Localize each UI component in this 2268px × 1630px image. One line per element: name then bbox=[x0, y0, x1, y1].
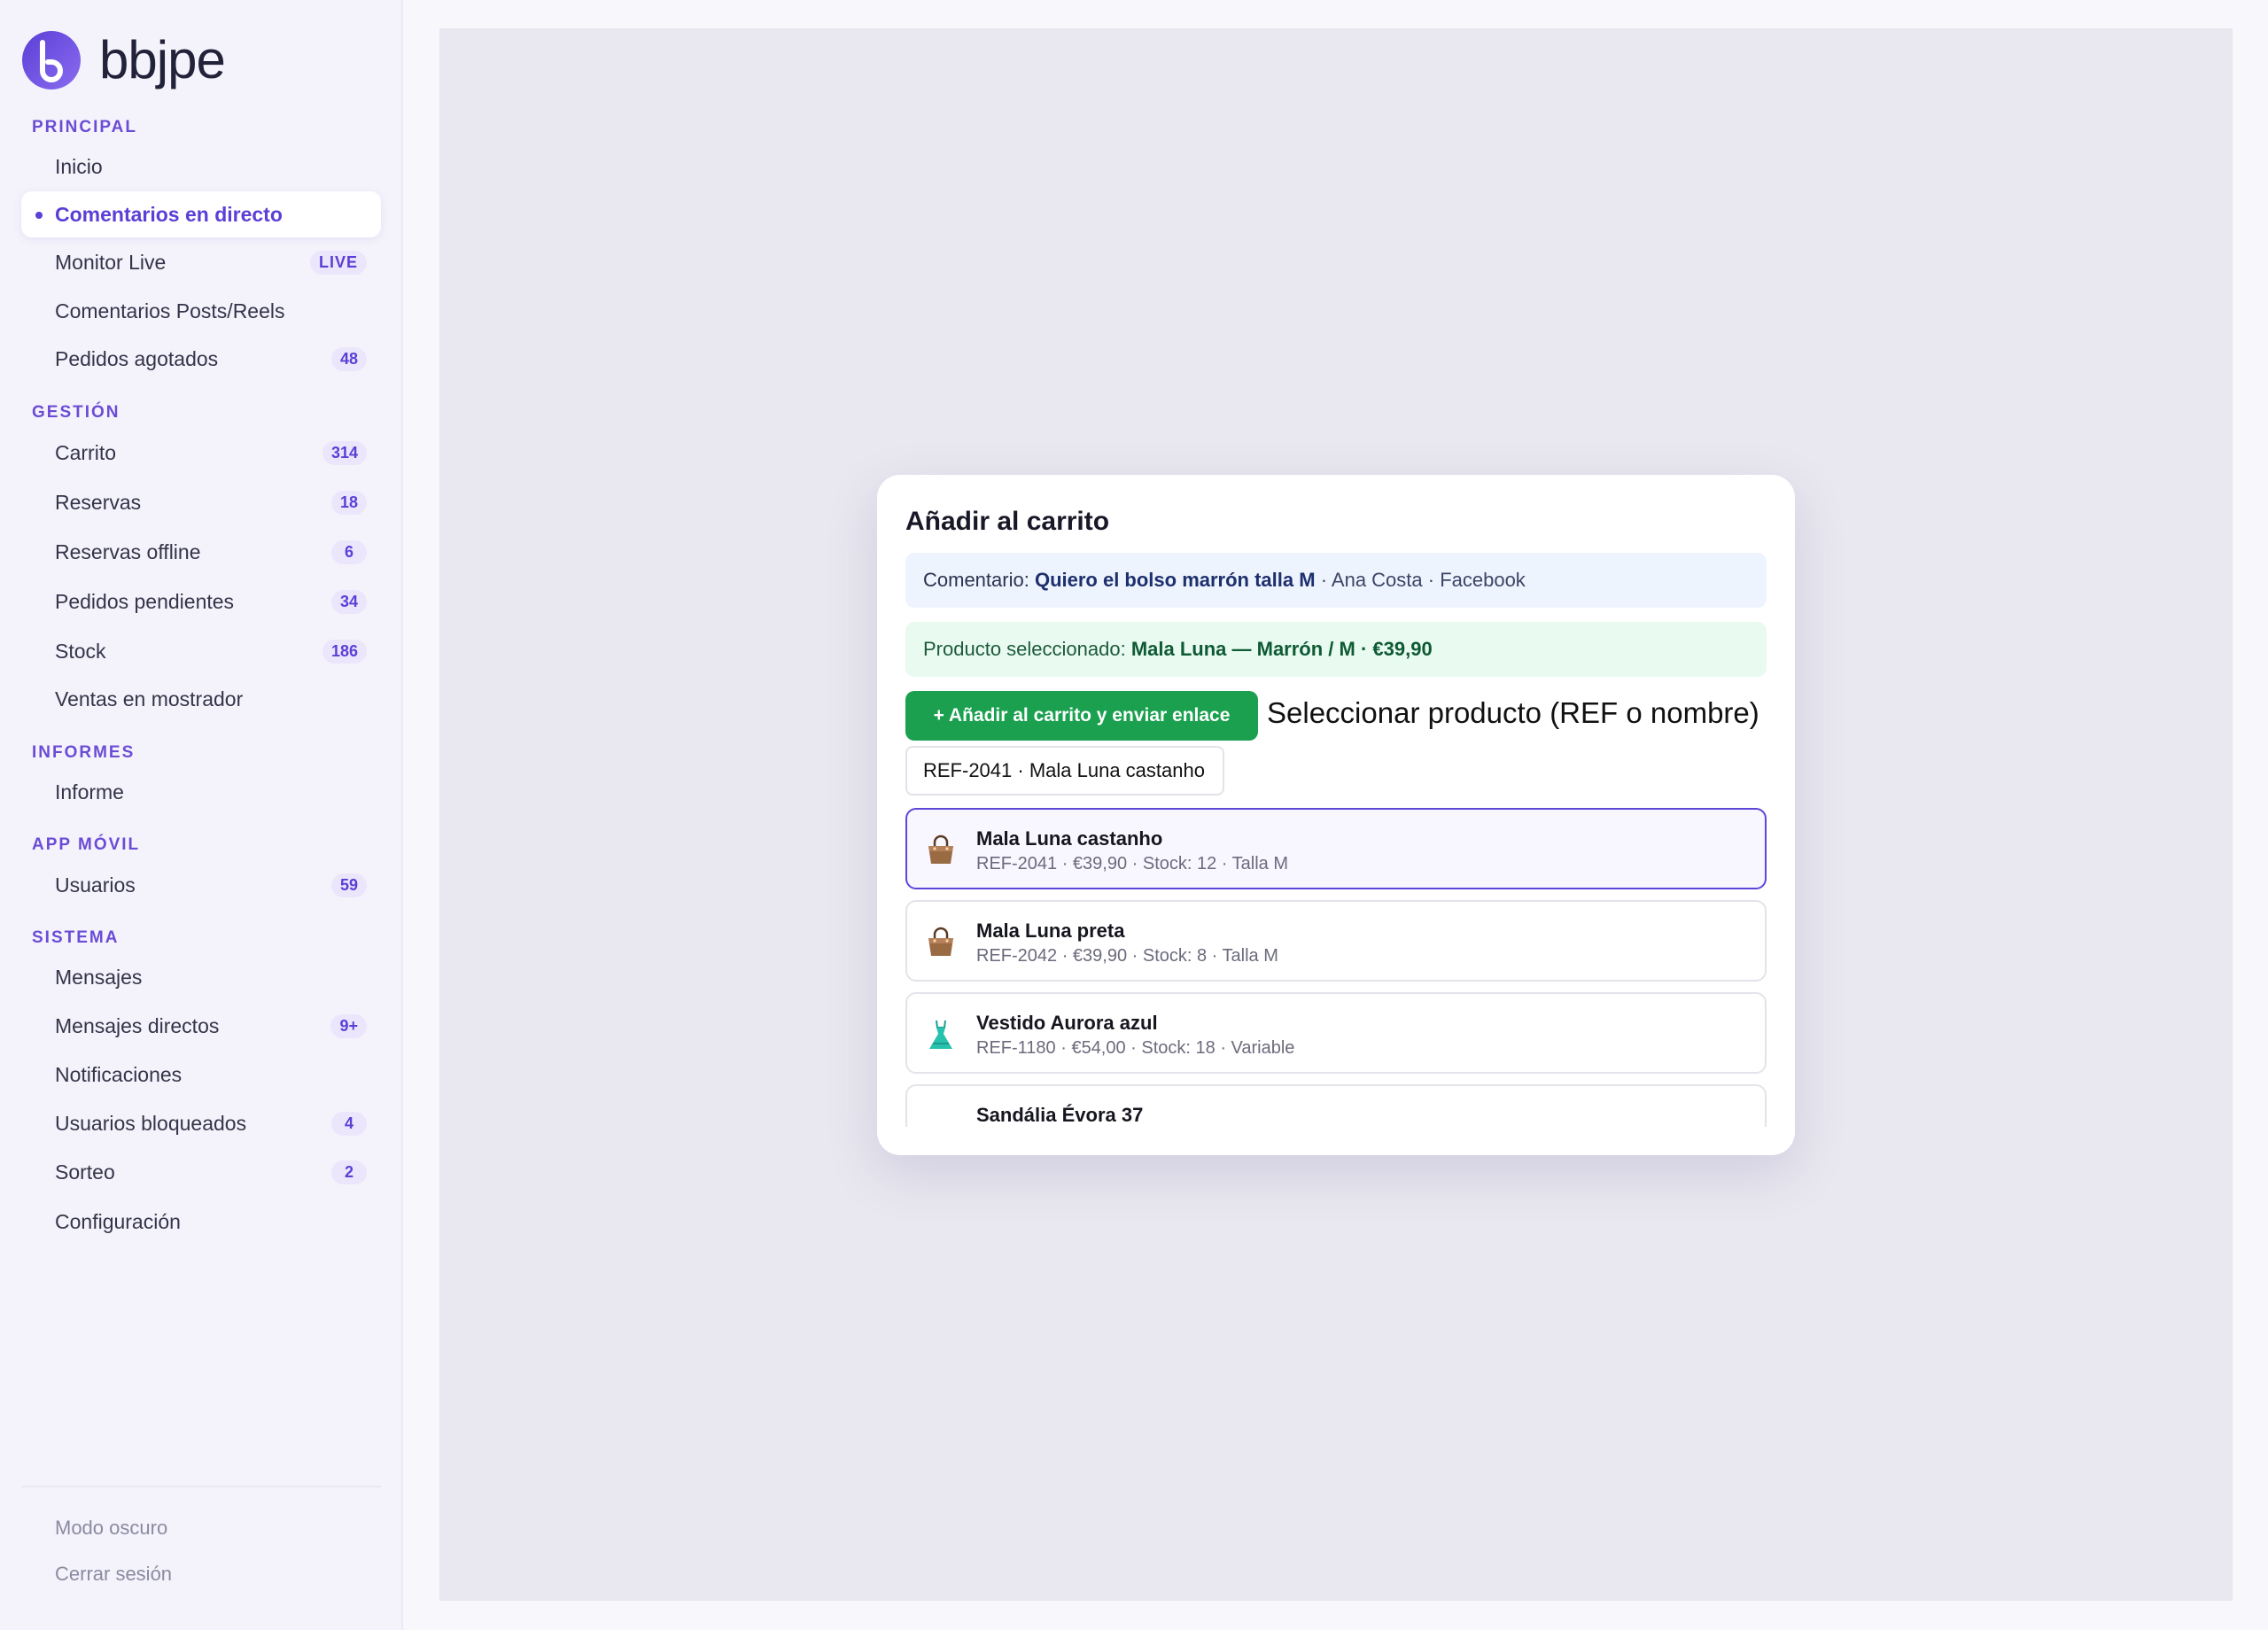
count-badge: 6 bbox=[331, 540, 367, 564]
sidebar-item-label: Comentarios Posts/Reels bbox=[55, 299, 285, 322]
sidebar-item-stock[interactable]: Stock 186 bbox=[21, 628, 381, 674]
sidebar-item-informe[interactable]: Informe bbox=[21, 769, 381, 815]
section-title-informes: INFORMES bbox=[32, 743, 136, 762]
sidebar-item-mensajes-directos[interactable]: Mensajes directos 9+ bbox=[21, 1003, 381, 1049]
select-product-label: Seleccionar producto (REF o nombre) bbox=[1267, 696, 1759, 729]
sidebar-item-label: Configuración bbox=[55, 1209, 181, 1233]
comment-meta: · Ana Costa · Facebook bbox=[1315, 569, 1526, 591]
sidebar-item-reservas[interactable]: Reservas 18 bbox=[21, 479, 381, 525]
brand-name: bbjpe bbox=[99, 30, 226, 89]
count-badge: 48 bbox=[330, 347, 367, 371]
count-badge: 34 bbox=[330, 590, 367, 614]
section-title-sistema: SISTEMA bbox=[32, 928, 120, 947]
sidebar-item-mensajes[interactable]: Mensajes bbox=[21, 954, 381, 1000]
sidebar-item-carrito[interactable]: Carrito 314 bbox=[21, 430, 381, 476]
selected-product-text: Mala Luna — Marrón / M · €39,90 bbox=[1130, 638, 1433, 660]
sidebar-item-reservas-offline[interactable]: Reservas offline 6 bbox=[21, 529, 381, 575]
product-name: Mala Luna castanho bbox=[976, 827, 1163, 850]
sidebar-item-configuracion[interactable]: Configuración bbox=[21, 1199, 381, 1245]
selected-product-box: Producto seleccionado: Mala Luna — Marró… bbox=[905, 622, 1767, 677]
comment-prefix: Comentario: bbox=[923, 569, 1035, 591]
section-title-app-movil: APP MÓVIL bbox=[32, 835, 141, 854]
handbag-icon bbox=[928, 834, 953, 864]
product-meta: REF-2042 · €39,90 · Stock: 8 · Talla M bbox=[976, 946, 1278, 966]
sidebar-item-label: Carrito bbox=[55, 440, 117, 464]
sidebar-item-pedidos-agotados[interactable]: Pedidos agotados 48 bbox=[21, 336, 381, 382]
product-name: Vestido Aurora azul bbox=[976, 1012, 1158, 1034]
product-meta: REF-2041 · €39,90 · Stock: 12 · Talla M bbox=[976, 854, 1289, 873]
section-title-principal: PRINCIPAL bbox=[32, 118, 137, 136]
selected-product-prefix: Producto seleccionado: bbox=[923, 638, 1131, 660]
product-result-item[interactable]: Mala Luna castanho REF-2041 · €39,90 · S… bbox=[905, 808, 1767, 889]
sidebar-item-label: Reservas offline bbox=[55, 539, 201, 563]
sidebar-item-ventas-en-mostrador[interactable]: Ventas en mostrador bbox=[21, 676, 381, 722]
sidebar-item-label: Pedidos pendientes bbox=[55, 589, 235, 613]
handbag-icon bbox=[928, 927, 953, 956]
product-name: Mala Luna preta bbox=[976, 920, 1125, 942]
count-badge: 4 bbox=[331, 1112, 367, 1136]
count-badge: 59 bbox=[330, 873, 367, 897]
sidebar-item-label: Stock bbox=[55, 639, 106, 663]
sidebar-item-label: Monitor Live bbox=[55, 250, 167, 274]
sidebar-item-usuarios[interactable]: Usuarios 59 bbox=[21, 862, 381, 908]
sidebar: bbjpe PRINCIPAL Inicio Comentarios en di… bbox=[0, 0, 403, 1630]
sidebar-item-monitor-live[interactable]: Monitor Live LIVE bbox=[21, 239, 381, 285]
sidebar-item-label: Mensajes bbox=[55, 965, 143, 989]
sidebar-divider bbox=[21, 1486, 381, 1487]
live-badge: LIVE bbox=[309, 251, 367, 275]
count-badge: 314 bbox=[322, 441, 367, 465]
bbjpe-logo-icon bbox=[22, 31, 81, 89]
sidebar-item-usuarios-bloqueados[interactable]: Usuarios bloqueados 4 bbox=[21, 1100, 381, 1146]
count-badge: 2 bbox=[331, 1160, 367, 1184]
sidebar-item-label: Ventas en mostrador bbox=[55, 687, 244, 710]
count-badge: 18 bbox=[330, 491, 367, 515]
dark-mode-toggle[interactable]: Modo oscuro bbox=[55, 1517, 167, 1540]
sidebar-item-comentarios-posts-reels[interactable]: Comentarios Posts/Reels bbox=[21, 288, 381, 334]
sidebar-item-notificaciones[interactable]: Notificaciones bbox=[21, 1052, 381, 1098]
sidebar-item-label: Inicio bbox=[55, 154, 103, 178]
product-search-input[interactable] bbox=[905, 746, 1224, 796]
sidebar-item-label: Sorteo bbox=[55, 1160, 115, 1184]
add-to-cart-modal: Añadir al carrito Comentario: Quiero el … bbox=[877, 475, 1795, 1155]
add-to-cart-send-link-button[interactable]: + Añadir al carrito y enviar enlace bbox=[905, 691, 1258, 741]
sandal-icon bbox=[923, 1109, 959, 1127]
sidebar-item-sorteo[interactable]: Sorteo 2 bbox=[21, 1149, 381, 1195]
product-meta: REF-1180 · €54,00 · Stock: 18 · Variable bbox=[976, 1038, 1295, 1058]
sidebar-item-comentarios-en-directo[interactable]: Comentarios en directo bbox=[21, 191, 381, 237]
section-title-gestion: GESTIÓN bbox=[32, 403, 120, 422]
comment-text: Quiero el bolso marrón talla M bbox=[1034, 569, 1316, 591]
sidebar-item-label: Informe bbox=[55, 780, 124, 803]
brand-logo[interactable]: bbjpe bbox=[21, 30, 226, 90]
sidebar-item-label: Usuarios bbox=[55, 873, 136, 896]
sidebar-item-label: Pedidos agotados bbox=[55, 346, 219, 370]
sidebar-item-label: Notificaciones bbox=[55, 1062, 183, 1086]
product-name: Sandália Évora 37 bbox=[976, 1104, 1144, 1126]
sidebar-item-label: Reservas bbox=[55, 490, 142, 514]
logout-link[interactable]: Cerrar sesión bbox=[55, 1563, 172, 1586]
sidebar-item-pedidos-pendientes[interactable]: Pedidos pendientes 34 bbox=[21, 578, 381, 625]
sidebar-item-label: Mensajes directos bbox=[55, 1013, 220, 1037]
count-badge: 9+ bbox=[330, 1014, 367, 1038]
product-result-item[interactable]: Mala Luna preta REF-2042 · €39,90 · Stoc… bbox=[905, 900, 1767, 982]
product-results-list[interactable]: Mala Luna castanho REF-2041 · €39,90 · S… bbox=[905, 808, 1767, 1127]
product-result-item[interactable]: Sandália Évora 37 bbox=[905, 1084, 1767, 1127]
dress-icon bbox=[929, 1020, 952, 1049]
modal-title: Añadir al carrito bbox=[905, 507, 1110, 536]
sidebar-item-label: Comentarios en directo bbox=[55, 202, 283, 226]
product-result-item[interactable]: Vestido Aurora azul REF-1180 · €54,00 · … bbox=[905, 992, 1767, 1074]
comment-info-box: Comentario: Quiero el bolso marrón talla… bbox=[905, 553, 1767, 608]
count-badge: 186 bbox=[322, 640, 367, 664]
sidebar-item-label: Usuarios bloqueados bbox=[55, 1111, 247, 1135]
active-indicator-dot bbox=[35, 212, 43, 219]
sidebar-item-inicio[interactable]: Inicio bbox=[21, 144, 381, 190]
